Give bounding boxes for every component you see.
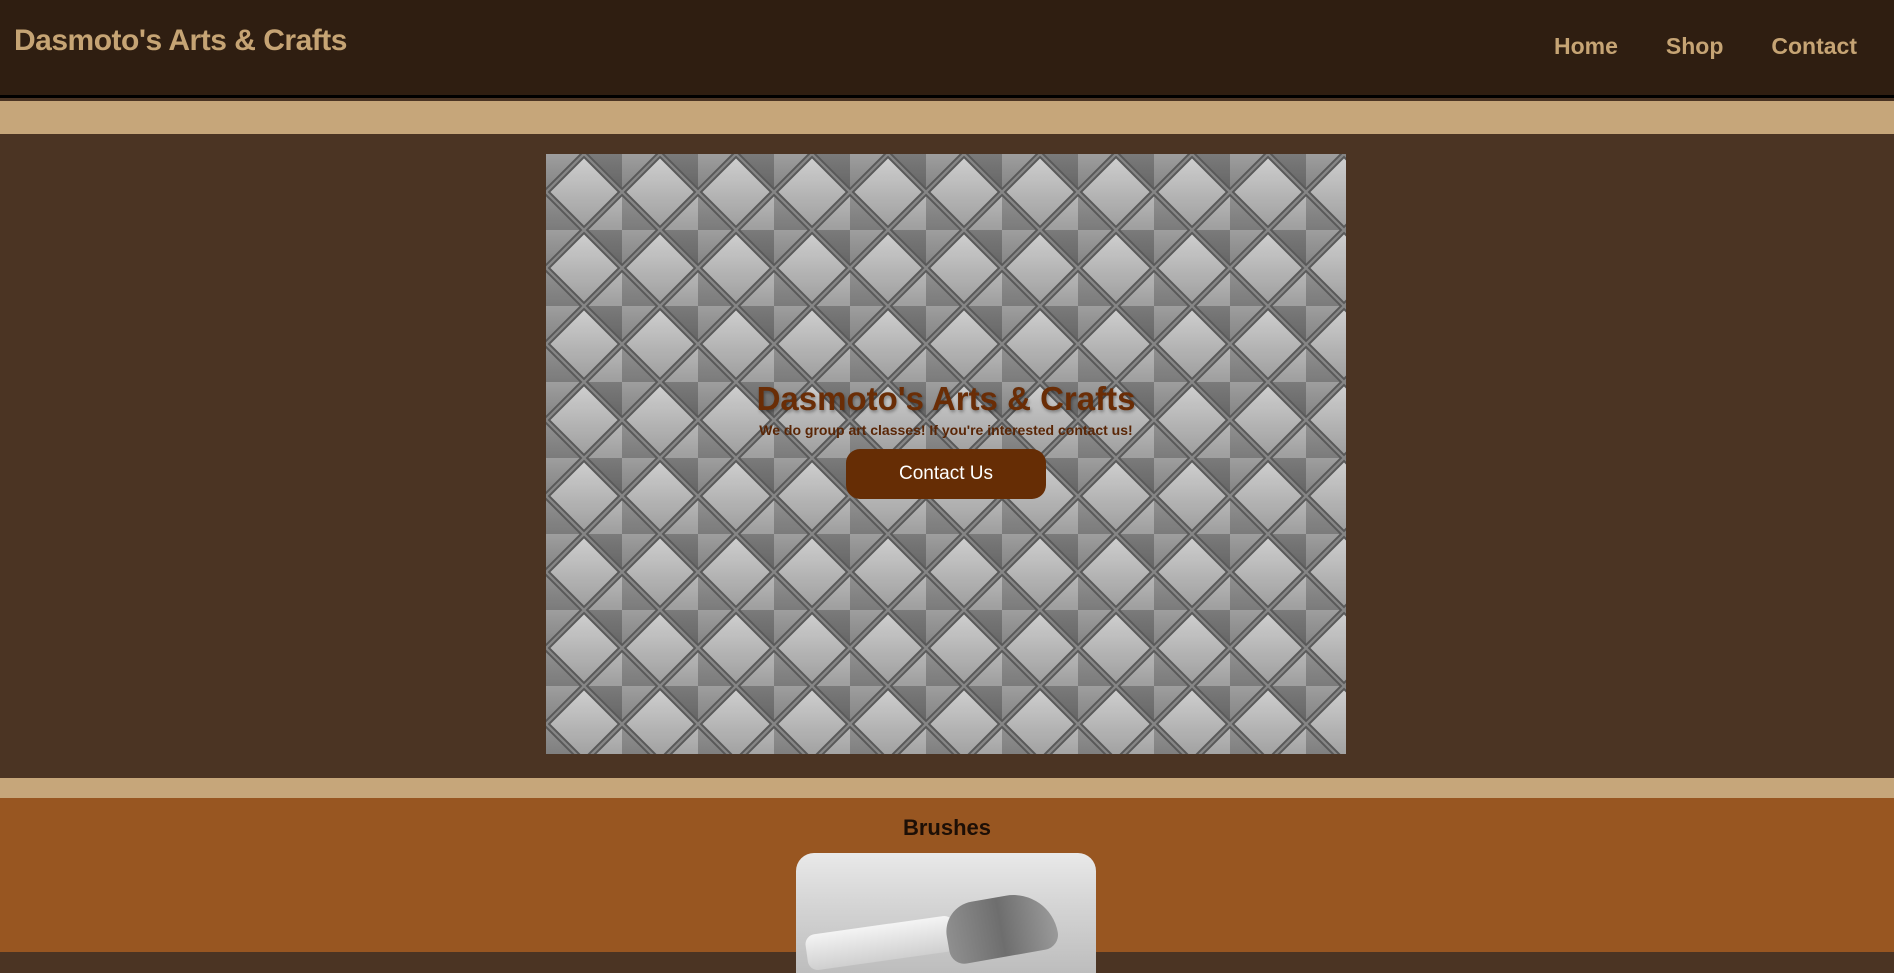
nav-contact[interactable]: Contact <box>1771 33 1857 60</box>
brushes-image <box>796 853 1096 973</box>
hero-title: Dasmoto's Arts & Crafts <box>756 380 1136 417</box>
hero-subtitle: We do group art classes! If you're inter… <box>759 422 1133 438</box>
site-logo-text[interactable]: Dasmoto's Arts & Crafts <box>14 24 347 58</box>
divider-band <box>0 101 1894 134</box>
top-navbar: Dasmoto's Arts & Crafts Home Shop Contac… <box>0 0 1894 98</box>
hero-section: Dasmoto's Arts & Crafts We do group art … <box>0 134 1894 778</box>
contact-us-button[interactable]: Contact Us <box>846 449 1046 499</box>
brush-bristles-graphic <box>941 887 1061 967</box>
main-nav: Home Shop Contact <box>1506 33 1857 60</box>
brush-handle-graphic <box>804 914 958 972</box>
nav-home[interactable]: Home <box>1554 33 1618 60</box>
nav-shop[interactable]: Shop <box>1666 33 1724 60</box>
hero-image: Dasmoto's Arts & Crafts We do group art … <box>546 154 1346 754</box>
products-section: Brushes <box>0 798 1894 973</box>
divider-band-bottom <box>0 778 1894 798</box>
brushes-heading: Brushes <box>902 815 992 840</box>
